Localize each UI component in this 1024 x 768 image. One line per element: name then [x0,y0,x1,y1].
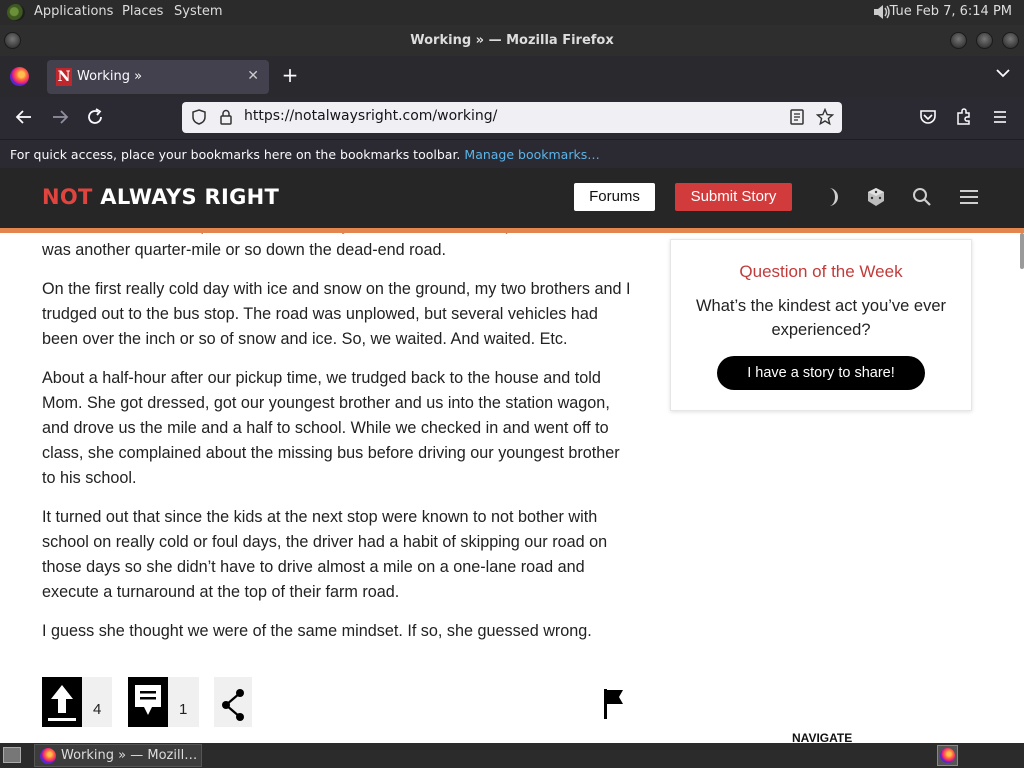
story-paragraph: It turned out that since the kids at the… [42,508,608,601]
window-titlebar[interactable]: Working » — Mozilla Firefox [0,25,1024,56]
bookmarks-toolbar: For quick access, place your bookmarks h… [0,139,1024,168]
random-story-dice-icon[interactable] [865,186,887,208]
navigate-label: NAVIGATE [792,731,853,743]
menu-system[interactable]: System [174,4,222,19]
tab-title: Working » [77,69,143,84]
window-menu-button[interactable] [4,32,21,49]
story-paragraph: I guess she thought we were of the same … [42,622,592,640]
forums-button[interactable]: Forums [574,183,655,211]
lock-icon[interactable] [217,108,235,126]
share-button[interactable] [214,677,252,727]
page-content: row at the end of our quarter-mile drive… [0,233,1024,743]
app-menu-hamburger-icon[interactable] [989,107,1011,127]
site-header: NOT ALWAYS RIGHT Forums Submit Story [0,168,1024,233]
menu-applications[interactable]: Applications [34,4,113,19]
desktop-taskbar: Working » — Mozill… [0,743,1024,768]
forward-button[interactable] [49,107,71,127]
firefox-tray-icon [940,748,955,763]
firefox-view-icon[interactable] [10,67,29,86]
list-all-tabs-icon[interactable] [996,68,1010,78]
question-of-the-week-card: Question of the Week What’s the kindest … [670,239,972,411]
reload-button[interactable] [85,107,107,127]
story-paragraph: About a half-hour after our pickup time,… [42,369,620,487]
logo-always-right: ALWAYS RIGHT [100,185,280,209]
close-tab-icon[interactable]: ✕ [247,68,259,84]
scrollbar-thumb[interactable] [1020,233,1024,269]
tray-firefox-launcher[interactable] [937,745,958,766]
site-menu-hamburger-icon[interactable] [958,186,980,208]
taskbar-task-label: Working » — Mozill… [61,748,198,763]
desktop-top-panel: Applications Places System Tue Feb 7, 6:… [0,0,1024,25]
report-flag-icon[interactable] [602,687,626,721]
new-tab-button[interactable]: + [280,65,300,85]
show-desktop-icon[interactable] [3,747,21,763]
firefox-icon [40,748,56,764]
pocket-icon[interactable] [917,107,939,127]
back-button[interactable] [13,107,35,127]
qotw-question: What’s the kindest act you’ve ever exper… [695,297,947,339]
bookmarks-hint: For quick access, place your bookmarks h… [10,147,461,162]
comments-icon [128,677,168,727]
comments-button[interactable]: 1 [128,677,199,727]
tab-strip: N Working » ✕ + [0,56,1024,97]
extensions-puzzle-icon[interactable] [953,107,975,127]
bookmark-star-icon[interactable] [816,108,834,126]
maximize-button[interactable] [976,32,993,49]
url-bar[interactable]: https://notalwaysright.com/working/ [182,102,842,133]
site-logo[interactable]: NOT ALWAYS RIGHT [42,185,279,209]
window-title: Working » — Mozilla Firefox [410,33,614,48]
tracking-protection-shield-icon[interactable] [190,108,208,126]
upvote-count: 4 [93,701,102,718]
dark-mode-toggle-icon[interactable] [818,186,840,208]
tab-working[interactable]: N Working » ✕ [47,60,269,94]
logo-not: NOT [42,185,93,209]
site-favicon-icon: N [56,68,72,86]
url-text[interactable]: https://notalwaysright.com/working/ [244,108,497,124]
applications-menu-icon[interactable] [7,4,25,21]
menu-places[interactable]: Places [122,4,163,19]
share-icon [222,689,244,721]
search-icon[interactable] [911,186,933,208]
share-story-button[interactable]: I have a story to share! [717,356,925,390]
qotw-title: Question of the Week [739,262,903,281]
comment-count: 1 [179,701,188,718]
story-article: row at the end of our quarter-mile drive… [42,233,637,658]
story-paragraph: On the first really cold day with ice an… [42,280,631,348]
upvote-button[interactable]: 4 [42,677,112,727]
submit-story-button[interactable]: Submit Story [675,183,792,211]
minimize-button[interactable] [950,32,967,49]
navigation-toolbar: https://notalwaysright.com/working/ [0,97,1024,139]
upvote-icon [42,677,82,727]
story-paragraph: row at the end of our quarter-mile drive… [42,233,633,259]
taskbar-firefox-window[interactable]: Working » — Mozill… [34,744,202,767]
page-scrollbar[interactable] [1019,233,1024,743]
close-window-button[interactable] [1002,32,1019,49]
story-actions: 4 1 [42,677,642,729]
reader-view-icon[interactable] [788,108,806,126]
manage-bookmarks-link[interactable]: Manage bookmarks… [464,147,599,162]
clock[interactable]: Tue Feb 7, 6:14 PM [890,4,1012,19]
